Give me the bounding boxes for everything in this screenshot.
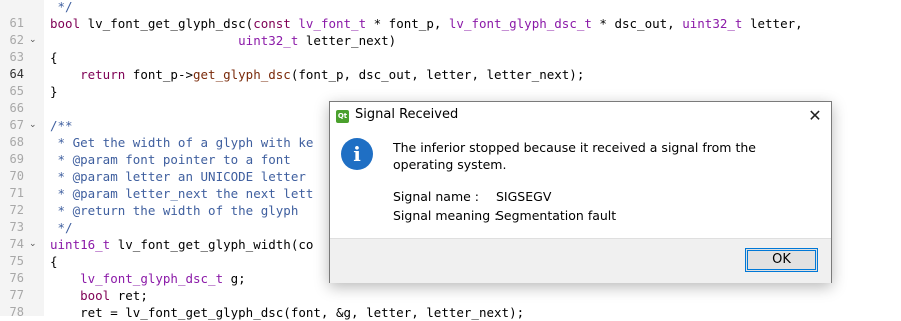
- code-line[interactable]: 63 {: [0, 49, 901, 66]
- signal-meaning-label: Signal meaning :: [393, 208, 499, 223]
- code-line[interactable]: 78 ret = lv_font_get_glyph_dsc(font, &g,…: [0, 304, 901, 321]
- line-number: 73: [9, 220, 24, 234]
- line-number: 74: [9, 237, 24, 251]
- code-token: * dsc_out,: [591, 16, 683, 31]
- code-text: */: [50, 0, 73, 15]
- code-token: {: [50, 50, 58, 65]
- line-number: 71: [9, 186, 24, 200]
- line-number: 72: [9, 203, 24, 217]
- code-text: ret = lv_font_get_glyph_dsc(font, &g, le…: [50, 304, 524, 321]
- code-text: return font_p->get_glyph_dsc(font_p, dsc…: [50, 66, 584, 83]
- code-token: lv_font_glyph_dsc_t: [80, 271, 224, 286]
- code-line[interactable]: 65}: [0, 83, 901, 100]
- code-text: * @param font pointer to a font: [50, 151, 291, 168]
- line-number: 75: [9, 254, 24, 268]
- line-number: 63: [9, 50, 24, 64]
- signal-name-label: Signal name :: [393, 189, 480, 204]
- line-number: 61: [9, 16, 24, 30]
- code-token: uint32_t: [682, 16, 743, 31]
- code-text: */: [50, 219, 73, 236]
- code-text: * @param letter_next the next lett: [50, 185, 314, 202]
- signal-received-dialog: Qt Signal Received ✕ i The inferior stop…: [329, 101, 832, 283]
- code-line[interactable]: 64 return font_p->get_glyph_dsc(font_p, …: [0, 66, 901, 83]
- code-token: return: [80, 67, 126, 82]
- code-token: bool: [80, 288, 111, 303]
- code-text: uint32_t letter_next): [50, 32, 396, 49]
- code-token: {: [50, 254, 58, 269]
- line-number: 76: [9, 271, 24, 285]
- code-token: lv_font_get_glyph_width(co: [110, 237, 314, 252]
- line-number: 69: [9, 152, 24, 166]
- code-token: uint32_t: [238, 33, 299, 48]
- code-token: uint16_t: [50, 237, 111, 252]
- code-line[interactable]: 61 bool lv_font_get_glyph_dsc(const lv_fo…: [0, 15, 901, 32]
- code-text: /**: [50, 117, 73, 134]
- code-token: * @param letter an UNICODE letter: [50, 169, 306, 184]
- dialog-titlebar[interactable]: Qt Signal Received ✕: [330, 102, 831, 130]
- line-number: 78: [9, 305, 24, 319]
- line-number: 62: [9, 33, 24, 47]
- code-line[interactable]: 77 bool ret;: [0, 287, 901, 304]
- code-text: {: [50, 253, 58, 270]
- app-icon: Qt: [336, 110, 349, 123]
- code-token: letter,: [742, 16, 803, 31]
- info-icon: i: [341, 138, 373, 170]
- code-token: */: [50, 0, 73, 14]
- code-token: letter_next): [298, 33, 397, 48]
- code-token: * font_p,: [366, 16, 449, 31]
- code-token: ret = lv_font_get_glyph_dsc(font, &g, le…: [50, 305, 525, 320]
- code-token: const: [253, 16, 291, 31]
- code-token: bool: [50, 16, 81, 31]
- code-token: /**: [50, 118, 73, 133]
- code-token: lv_font_get_glyph_dsc(: [80, 16, 254, 31]
- code-token: */: [50, 220, 73, 235]
- code-text: }: [50, 83, 58, 100]
- code-token: lv_font_t: [298, 16, 367, 31]
- dialog-title: Signal Received: [355, 107, 459, 122]
- code-text: * @return the width of the glyph: [50, 202, 299, 219]
- code-token: * @param letter_next the next lett: [50, 186, 314, 201]
- code-token: (font_p, dsc_out, letter, letter_next);: [290, 67, 585, 82]
- fold-chevron-icon[interactable]: ⌄: [29, 32, 38, 49]
- code-line[interactable]: 62 ⌄ uint32_t letter_next): [0, 32, 901, 49]
- code-token: get_glyph_dsc: [193, 67, 291, 82]
- code-token: * @param font pointer to a font: [50, 152, 291, 167]
- line-number: 67: [9, 118, 24, 132]
- code-token: font_p->: [125, 67, 193, 82]
- ok-button[interactable]: OK: [745, 248, 818, 272]
- close-button[interactable]: ✕: [799, 102, 831, 130]
- code-token: }: [50, 84, 58, 99]
- code-token: ret;: [110, 288, 148, 303]
- signal-meaning-value: Segmentation fault: [496, 208, 617, 223]
- code-text: * Get the width of a glyph with ke: [50, 134, 314, 151]
- code-text: uint16_t lv_font_get_glyph_width(co: [50, 236, 313, 253]
- code-token: * @return the width of the glyph: [50, 203, 299, 218]
- code-token: g;: [223, 271, 246, 286]
- signal-name-value: SIGSEGV: [496, 189, 552, 204]
- code-text: bool ret;: [50, 287, 148, 304]
- line-number: 66: [9, 101, 24, 115]
- code-text: bool lv_font_get_glyph_dsc(const lv_font…: [50, 15, 803, 32]
- line-number: 65: [9, 84, 24, 98]
- line-number: 70: [9, 169, 24, 183]
- line-number: 68: [9, 135, 24, 149]
- code-token: lv_font_glyph_dsc_t: [448, 16, 592, 31]
- line-number: 77: [9, 288, 24, 302]
- code-line[interactable]: */: [0, 0, 901, 15]
- code-text: lv_font_glyph_dsc_t g;: [50, 270, 246, 287]
- line-number: 64: [9, 67, 24, 81]
- fold-chevron-icon[interactable]: ⌄: [29, 236, 38, 253]
- code-text: {: [50, 49, 58, 66]
- dialog-button-bar: OK: [330, 238, 831, 283]
- dialog-message: The inferior stopped because it received…: [393, 140, 756, 172]
- code-token: * Get the width of a glyph with ke: [50, 135, 314, 150]
- fold-chevron-icon[interactable]: ⌄: [29, 117, 38, 134]
- code-text: * @param letter an UNICODE letter: [50, 168, 306, 185]
